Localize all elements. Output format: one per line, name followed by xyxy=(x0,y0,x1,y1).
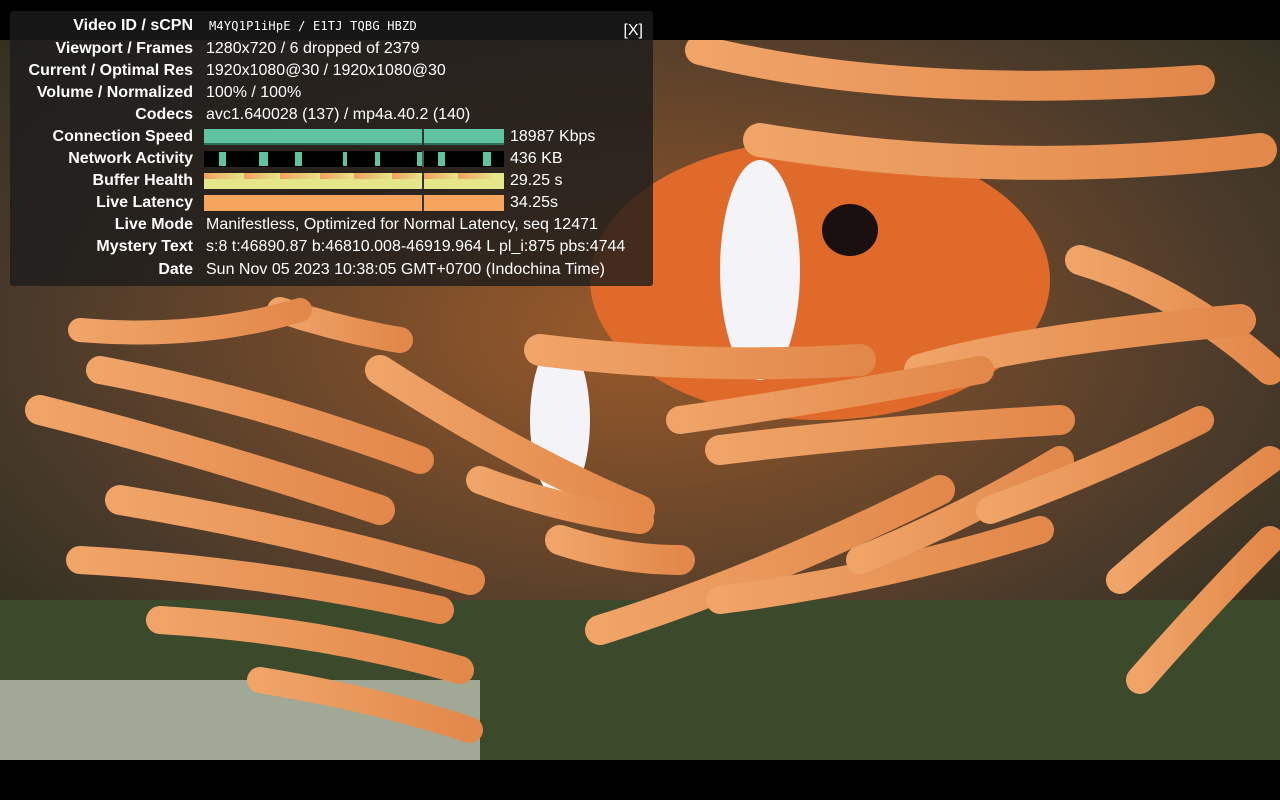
stat-row-resolution: Current / Optimal Res 1920x1080@30 / 192… xyxy=(10,60,653,82)
stat-value: 436 KB xyxy=(510,150,563,167)
stat-label: Volume / Normalized xyxy=(36,84,193,101)
stat-label: Video ID / sCPN xyxy=(73,17,193,34)
stat-label: Live Mode xyxy=(114,216,193,233)
stat-row-viewport: Viewport / Frames 1280x720 / 6 dropped o… xyxy=(10,38,653,60)
stat-row-volume: Volume / Normalized 100% / 100% xyxy=(10,82,653,104)
speed-graph-baseline xyxy=(204,143,504,145)
graph-divider xyxy=(422,195,424,211)
stat-value: 1280x720 / 6 dropped of 2379 xyxy=(206,40,420,57)
stat-label: Buffer Health xyxy=(92,172,193,189)
activity-spike xyxy=(295,152,302,166)
activity-spike xyxy=(343,152,347,166)
stat-value: Sun Nov 05 2023 10:38:05 GMT+0700 (Indoc… xyxy=(206,261,605,278)
stat-value: s:8 t:46890.87 b:46810.008-46919.964 L p… xyxy=(206,238,626,255)
stat-label: Live Latency xyxy=(96,194,193,211)
buffer-segment xyxy=(458,173,494,179)
stat-row-mystery-text: Mystery Text s:8 t:46890.87 b:46810.008-… xyxy=(10,236,653,258)
buffer-health-graph xyxy=(204,173,504,189)
stat-row-date: Date Sun Nov 05 2023 10:38:05 GMT+0700 (… xyxy=(10,259,653,281)
buffer-segment xyxy=(424,173,458,179)
buffer-segment xyxy=(354,173,392,179)
buffer-segment xyxy=(204,173,244,179)
stat-row-live-mode: Live Mode Manifestless, Optimized for No… xyxy=(10,214,653,236)
stat-label: Codecs xyxy=(135,106,193,123)
stat-label: Network Activity xyxy=(68,150,193,167)
stat-row-connection-speed: Connection Speed 18987 Kbps xyxy=(10,126,653,148)
stat-label: Connection Speed xyxy=(52,128,193,145)
activity-spike xyxy=(438,152,445,166)
video-player[interactable]: [X] Video ID / sCPN M4YQ1P1iHpE / E1TJ T… xyxy=(0,0,1280,800)
stat-row-video-id: Video ID / sCPN M4YQ1P1iHpE / E1TJ TQBG … xyxy=(10,15,653,37)
graph-divider xyxy=(422,151,424,167)
stat-value: M4YQ1P1iHpE / E1TJ TQBG HBZD xyxy=(209,19,417,33)
buffer-segment xyxy=(320,173,354,179)
graph-divider xyxy=(422,129,424,145)
activity-spike xyxy=(375,152,380,166)
stat-row-buffer-health: Buffer Health 29.25 s xyxy=(10,170,653,192)
stat-row-network-activity: Network Activity 436 KB xyxy=(10,148,653,170)
stat-value: Manifestless, Optimized for Normal Laten… xyxy=(206,216,598,233)
buffer-segment xyxy=(280,173,320,179)
stats-for-nerds-panel: [X] Video ID / sCPN M4YQ1P1iHpE / E1TJ T… xyxy=(10,11,653,286)
stat-value: 29.25 s xyxy=(510,172,563,189)
network-activity-graph xyxy=(204,151,504,167)
stat-label: Date xyxy=(158,261,193,278)
stat-label: Mystery Text xyxy=(96,238,193,255)
activity-spike xyxy=(219,152,226,166)
activity-spike xyxy=(483,152,491,166)
stat-value: 18987 Kbps xyxy=(510,128,596,145)
connection-speed-graph xyxy=(204,129,504,145)
stat-label: Viewport / Frames xyxy=(55,40,193,57)
stat-row-live-latency: Live Latency 34.25s xyxy=(10,192,653,214)
stat-value: 100% / 100% xyxy=(206,84,302,101)
stat-value: 34.25s xyxy=(510,194,559,211)
buffer-segment xyxy=(392,173,422,179)
activity-spike xyxy=(259,152,268,166)
graph-divider xyxy=(422,173,424,189)
live-latency-graph xyxy=(204,195,504,211)
stat-value: avc1.640028 (137) / mp4a.40.2 (140) xyxy=(206,106,471,123)
buffer-segment xyxy=(244,173,280,179)
stat-value: 1920x1080@30 / 1920x1080@30 xyxy=(206,62,446,79)
stat-row-codecs: Codecs avc1.640028 (137) / mp4a.40.2 (14… xyxy=(10,104,653,126)
stat-label: Current / Optimal Res xyxy=(28,62,193,79)
